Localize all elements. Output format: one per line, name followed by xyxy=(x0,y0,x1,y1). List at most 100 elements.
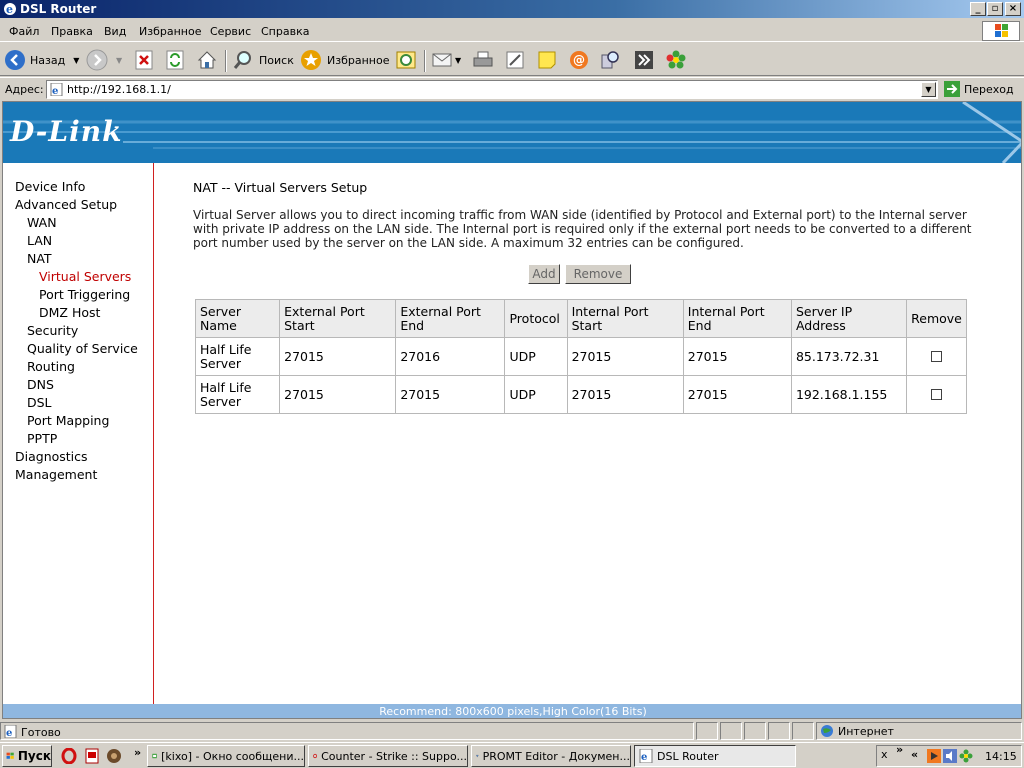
sidebar-item-nat[interactable]: NAT xyxy=(27,251,52,266)
taskbar-item-dsl-router[interactable]: e DSL Router xyxy=(634,745,796,767)
stop-button[interactable] xyxy=(133,48,155,72)
sidebar-item-qos[interactable]: Quality of Service xyxy=(27,341,138,356)
edit-button[interactable] xyxy=(504,48,526,72)
maximize-button[interactable]: ▫ xyxy=(987,2,1003,16)
header-server-ip: Server IP Address xyxy=(790,299,908,338)
window-title: DSL Router xyxy=(20,2,97,16)
media-tray-icon[interactable] xyxy=(927,749,941,763)
speaker-icon[interactable] xyxy=(943,749,957,763)
refresh-button[interactable] xyxy=(164,48,186,72)
header-external-end: External Port End xyxy=(395,299,506,338)
search-button[interactable]: Поиск xyxy=(232,48,294,72)
refresh-icon xyxy=(166,50,184,70)
status-panel xyxy=(768,722,790,740)
page-done-icon: e xyxy=(4,725,17,738)
messenger-button[interactable]: @ xyxy=(568,48,590,72)
start-button[interactable]: Пуск xyxy=(2,745,52,767)
ie-icon: e xyxy=(4,3,16,16)
back-dropdown-icon[interactable]: ▼ xyxy=(73,56,79,65)
media-button[interactable] xyxy=(395,48,417,72)
research-button[interactable] xyxy=(599,48,621,72)
status-panel xyxy=(720,722,742,740)
mail-button[interactable]: ▼ xyxy=(431,48,461,72)
globe-icon xyxy=(821,725,833,737)
home-button[interactable] xyxy=(196,48,218,72)
menu-bar: Файл Правка Вид Избранное Сервис Справка xyxy=(0,20,1024,42)
header-external-start: External Port Start xyxy=(279,299,397,338)
sidebar-item-device-info[interactable]: Device Info xyxy=(15,179,85,194)
address-dropdown-icon[interactable]: ▼ xyxy=(921,82,936,97)
quicklaunch-chevron-icon[interactable]: » xyxy=(134,746,141,759)
status-panel xyxy=(744,722,766,740)
icq-tray-icon[interactable] xyxy=(959,749,973,763)
mail-dropdown-icon[interactable]: ▼ xyxy=(455,56,461,65)
cell-external-start: 27015 xyxy=(279,375,397,414)
browser-content: D-Link Device Info Advanced Setup WAN LA… xyxy=(2,101,1022,719)
sidebar-item-dsl[interactable]: DSL xyxy=(27,395,52,410)
task-label: Counter - Strike :: Suppo... xyxy=(321,749,467,763)
task-label: [kixo] - Окно сообщени... xyxy=(161,749,304,763)
sidebar-item-dns[interactable]: DNS xyxy=(27,377,54,392)
svg-text:e: e xyxy=(641,752,647,763)
table-header-row: Server Name External Port Start External… xyxy=(194,299,967,338)
forward-button[interactable]: ▼ xyxy=(86,48,122,72)
favorites-star-icon xyxy=(301,50,321,70)
mail-icon xyxy=(432,53,452,67)
address-input[interactable]: e http://192.168.1.1/ ▼ xyxy=(46,80,938,99)
menu-edit[interactable]: Правка xyxy=(51,25,93,38)
back-button[interactable]: Назад ▼ xyxy=(4,48,79,72)
remove-checkbox[interactable] xyxy=(931,389,943,400)
sidebar-item-advanced-setup[interactable]: Advanced Setup xyxy=(15,197,117,212)
print-button[interactable] xyxy=(472,48,494,72)
go-label: Переход xyxy=(964,82,1014,96)
search-label: Поиск xyxy=(259,53,294,67)
task-label: DSL Router xyxy=(657,749,719,763)
sidebar-item-security[interactable]: Security xyxy=(27,323,78,338)
opera-icon[interactable] xyxy=(61,748,77,764)
tools-button[interactable] xyxy=(633,48,655,72)
sidebar-item-routing[interactable]: Routing xyxy=(27,359,75,374)
taskbar-item-promt-editor[interactable]: PROMT Editor - Докумен... xyxy=(471,745,631,767)
menu-help[interactable]: Справка xyxy=(261,25,309,38)
discuss-button[interactable] xyxy=(536,48,558,72)
favorites-button[interactable]: Избранное xyxy=(300,48,389,72)
menu-tools[interactable]: Сервис xyxy=(210,25,251,38)
minimize-button[interactable]: _ xyxy=(970,2,986,16)
sidebar-item-dmz-host[interactable]: DMZ Host xyxy=(39,305,100,320)
go-button[interactable]: Переход xyxy=(944,81,1014,97)
opera-icon xyxy=(313,753,317,759)
remove-button[interactable]: Remove xyxy=(565,264,631,284)
taskbar-item-kixo[interactable]: [kixo] - Окно сообщени... xyxy=(147,745,305,767)
windows-start-icon xyxy=(6,752,14,759)
cell-external-end: 27016 xyxy=(395,337,506,376)
menu-favorites[interactable]: Избранное xyxy=(139,25,201,38)
close-button[interactable]: × xyxy=(1005,2,1021,16)
taskbar-item-counter-strike[interactable]: Counter - Strike :: Suppo... xyxy=(308,745,468,767)
sidebar-item-lan[interactable]: LAN xyxy=(27,233,52,248)
sidebar-item-management[interactable]: Management xyxy=(15,467,97,482)
banner-stripes xyxy=(3,102,1021,163)
cell-remove xyxy=(906,337,967,376)
icq-button[interactable] xyxy=(665,48,687,72)
add-button[interactable]: Add xyxy=(528,264,560,284)
sidebar-item-port-mapping[interactable]: Port Mapping xyxy=(27,413,109,428)
acrobat-icon[interactable] xyxy=(84,748,100,764)
back-arrow-icon xyxy=(5,50,25,70)
sidebar-item-pptp[interactable]: PPTP xyxy=(27,431,57,446)
tray-chevron-icon[interactable]: « xyxy=(911,748,918,761)
remove-checkbox[interactable] xyxy=(931,351,943,362)
research-icon xyxy=(601,51,619,69)
sidebar-item-virtual-servers[interactable]: Virtual Servers xyxy=(39,269,131,284)
system-tray: « 14:15 xyxy=(876,745,1022,767)
sidebar-item-diagnostics[interactable]: Diagnostics xyxy=(15,449,88,464)
search-icon xyxy=(233,51,251,69)
media-player-icon[interactable] xyxy=(106,748,122,764)
sidebar-item-wan[interactable]: WAN xyxy=(27,215,57,230)
forward-dropdown-icon[interactable]: ▼ xyxy=(116,56,122,65)
icq-flower-icon xyxy=(666,50,686,69)
cell-server-ip: 192.168.1.155 xyxy=(790,375,908,414)
sidebar-item-port-triggering[interactable]: Port Triggering xyxy=(39,287,130,302)
menu-file[interactable]: Файл xyxy=(9,25,39,38)
edit-page-icon xyxy=(506,51,524,69)
menu-view[interactable]: Вид xyxy=(104,25,126,38)
